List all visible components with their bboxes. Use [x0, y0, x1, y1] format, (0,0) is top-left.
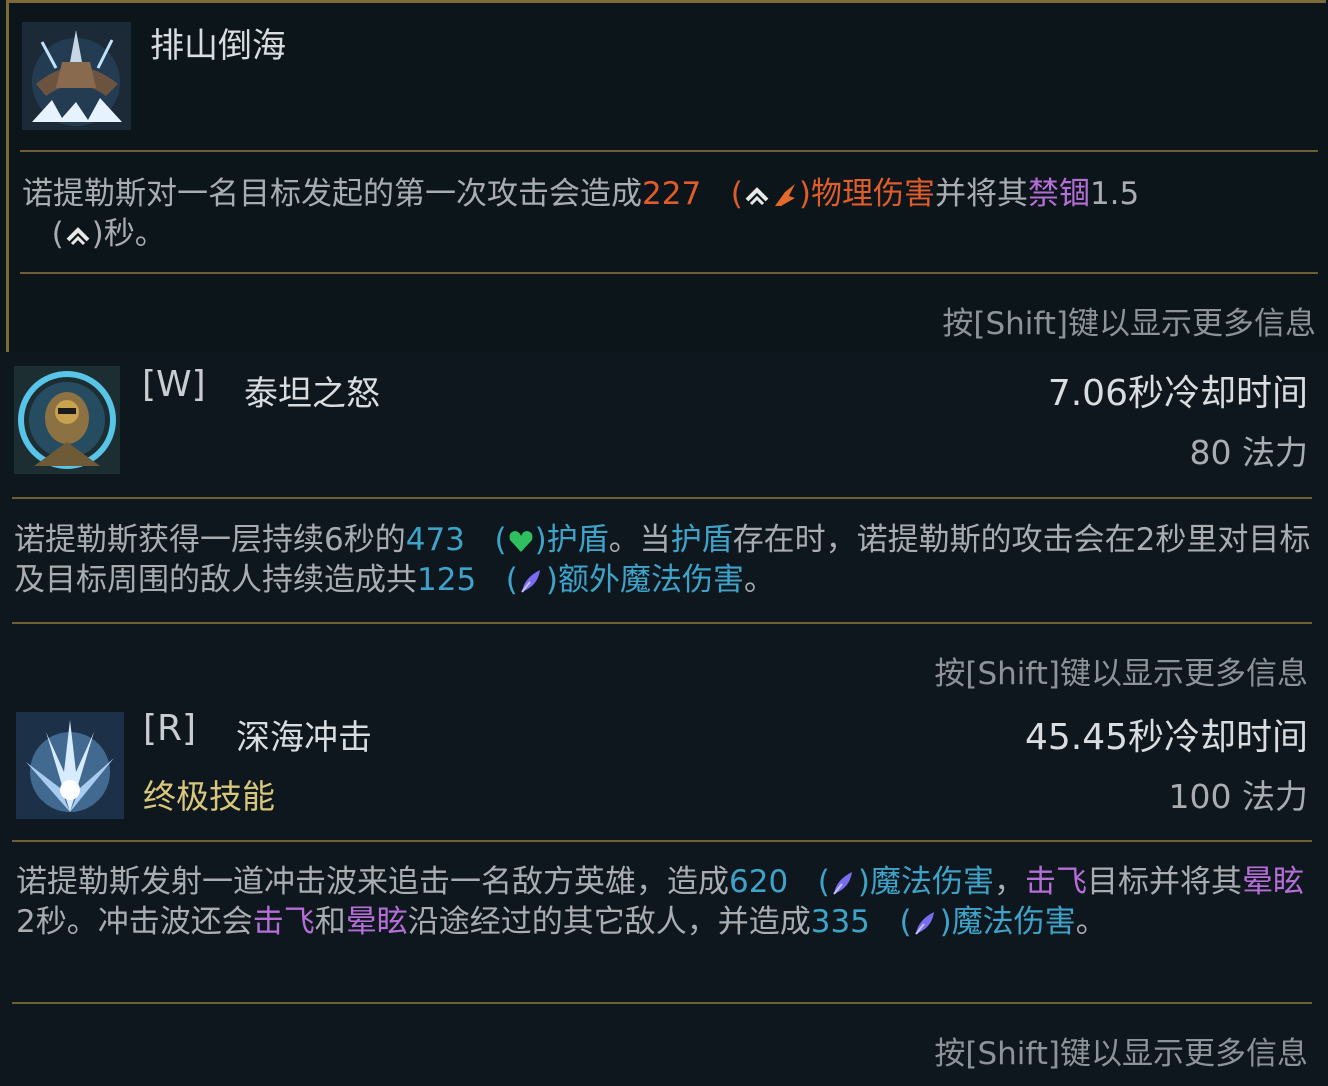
ability-power-scaling-icon	[830, 866, 858, 895]
damage-value: 620	[729, 864, 789, 900]
ability-power-scaling-icon	[912, 906, 940, 935]
ability-name: 泰坦之怒	[244, 374, 380, 414]
abilities-tooltip: [W] 泰坦之怒 7.06秒冷却时间 80 法力 诺提勒斯获得一层持续6秒的47…	[0, 352, 1328, 1086]
mana-cost: 100 法力	[1168, 777, 1308, 816]
divider	[12, 497, 1312, 499]
ability-name: 排山倒海	[150, 26, 286, 66]
ability-name: 深海冲击	[236, 718, 372, 758]
titans-wrath-icon	[14, 366, 120, 474]
shift-hint: 按[Shift]键以显示更多信息	[942, 306, 1316, 342]
divider	[12, 1002, 1312, 1004]
mana-cost: 80 法力	[1189, 433, 1308, 472]
damage-value: 227	[642, 176, 702, 212]
divider	[12, 622, 1312, 624]
passive-tooltip: 排山倒海 诺提勒斯对一名目标发起的第一次攻击会造成227 ()物理伤害并将其禁锢…	[0, 0, 1328, 352]
shift-hint: 按[Shift]键以显示更多信息	[934, 656, 1308, 692]
ability-key: [W]	[142, 364, 206, 405]
ultimate-label: 终极技能	[143, 777, 275, 816]
stun-keyword: 晕眩	[1241, 864, 1304, 900]
ability-description: 诺提勒斯发射一道冲击波来追击一名敌方英雄，造成620 ()魔法伤害，击飞目标并将…	[16, 864, 1304, 940]
ability-key: [R]	[143, 708, 197, 749]
cooldown-text: 45.45秒冷却时间	[1024, 717, 1308, 758]
anchor-ability-icon	[22, 22, 131, 130]
armor-scaling-icon	[64, 218, 92, 246]
cooldown-text: 7.06秒冷却时间	[1047, 373, 1308, 414]
damage-value: 335	[810, 904, 870, 940]
divider	[20, 272, 1318, 274]
ability-power-scaling-icon	[518, 564, 546, 593]
shift-hint: 按[Shift]键以显示更多信息	[934, 1036, 1308, 1072]
ability-description: 诺提勒斯对一名目标发起的第一次攻击会造成227 ()物理伤害并将其禁锢1.5 (…	[22, 176, 1140, 252]
ability-description: 诺提勒斯获得一层持续6秒的473 ()护盾。当护盾存在时，诺提勒斯的攻击会在2秒…	[14, 522, 1311, 598]
shield-value: 473	[405, 522, 465, 558]
knockup-keyword: 击飞	[1024, 864, 1087, 900]
divider	[12, 840, 1312, 842]
health-scaling-icon	[507, 524, 535, 552]
depth-charge-icon	[16, 712, 124, 819]
divider	[20, 150, 1318, 152]
damage-value: 125	[417, 562, 477, 598]
root-keyword: 禁锢	[1027, 176, 1090, 212]
armor-scaling-icon	[743, 178, 771, 206]
attack-damage-scaling-icon	[771, 178, 799, 206]
